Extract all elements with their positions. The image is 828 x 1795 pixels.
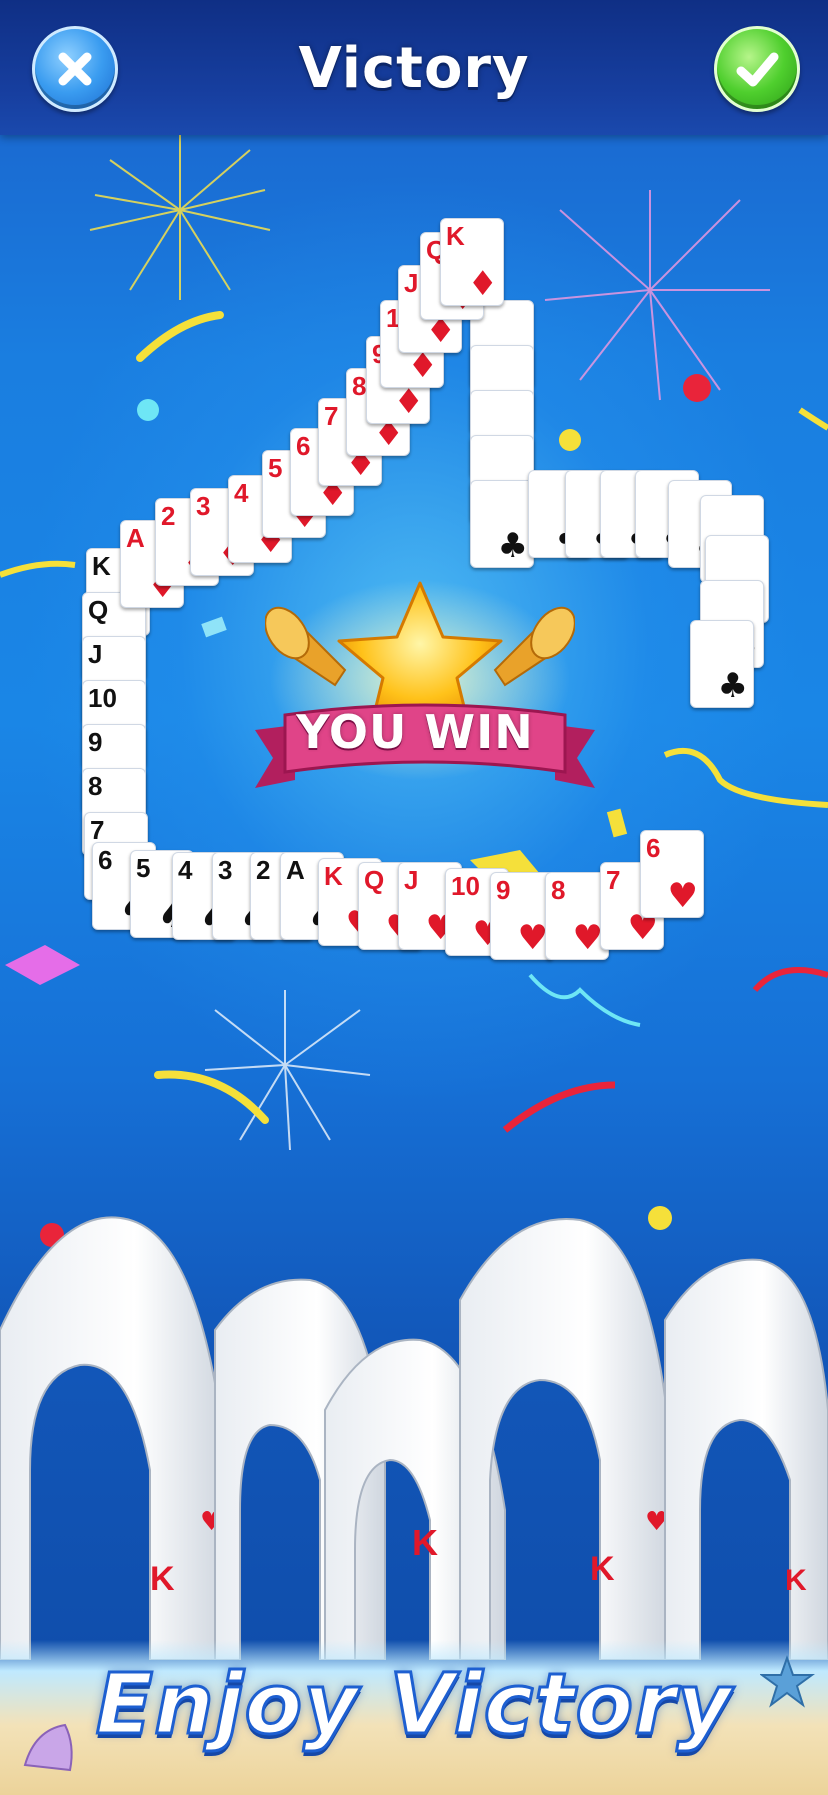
playing-card-back-stack: ♣	[470, 480, 534, 568]
card-rank: 3	[218, 855, 233, 885]
checkmark-icon	[736, 52, 779, 87]
svg-text:K: K	[785, 1564, 807, 1597]
confirm-button[interactable]	[714, 26, 800, 112]
card-rank: K	[324, 861, 343, 891]
club-suit-icon: ♣	[497, 526, 528, 566]
card-rank: A	[286, 855, 305, 885]
card-rank: 9	[88, 727, 103, 757]
page-title: Victory	[298, 36, 530, 101]
card-rank: K	[92, 551, 111, 581]
card-rank: 6	[296, 431, 311, 461]
card-rank: J	[88, 639, 103, 669]
svg-text:K: K	[150, 1560, 175, 1598]
arch-1: K ♥	[0, 1216, 226, 1660]
card-rank: 5	[136, 853, 151, 883]
card-suit: ♥	[572, 918, 603, 958]
svg-text:K: K	[412, 1522, 438, 1563]
card-cascade-arches: K ♥ K ♥ K ♥ K	[0, 1216, 828, 1660]
svg-text:K: K	[590, 1550, 615, 1588]
card-rank: 10	[88, 683, 117, 713]
card-suit: ♥	[667, 876, 698, 916]
playing-card: K ♦	[440, 218, 504, 306]
playing-card-back-stack: ♣	[690, 620, 754, 708]
card-rank: 9	[496, 875, 511, 905]
card-rank: Q	[88, 595, 109, 625]
card-rank: 6	[98, 845, 113, 875]
card-rank: 4	[234, 478, 249, 508]
card-suit: ♥	[517, 918, 548, 958]
card-rank: 8	[352, 371, 367, 401]
card-suit: ♦	[467, 264, 498, 304]
card-rank: J	[404, 268, 419, 298]
card-suit: ♦	[407, 346, 438, 386]
card-rank: 2	[161, 501, 176, 531]
header-bar: Victory	[0, 0, 828, 135]
card-rank: Q	[364, 865, 385, 895]
card-rank: 5	[268, 453, 283, 483]
card-rank: 8	[88, 771, 103, 801]
card-rank: 7	[606, 865, 621, 895]
card-rank: J	[404, 865, 419, 895]
card-rank: 7	[90, 815, 105, 845]
you-win-text: YOU WIN	[296, 705, 534, 759]
card-rank: A	[126, 523, 145, 553]
arch-5: K	[664, 1258, 828, 1660]
card-rank: 3	[196, 491, 211, 521]
firework-white	[204, 990, 371, 1151]
card-rank: 7	[324, 401, 339, 431]
card-rank: 4	[178, 855, 193, 885]
card-rank: 10	[451, 871, 480, 901]
club-suit-icon: ♣	[717, 666, 748, 706]
card-rank: 2	[256, 855, 271, 885]
tagline-text: Enjoy Victory	[94, 1654, 733, 1755]
victory-screen: K♠Q♠J♠10♠9♠8♠7♠6♠5♠4♠3♠2♠A♠K♥Q♥J♥10♥9♥8♥…	[0, 0, 828, 1795]
card-rank: 8	[551, 875, 566, 905]
thumbs-up-card-arrangement: K♠Q♠J♠10♠9♠8♠7♠6♠5♠4♠3♠2♠A♠K♥Q♥J♥10♥9♥8♥…	[0, 0, 828, 1000]
playing-card: 6 ♥	[640, 830, 704, 918]
card-rank: K	[446, 221, 465, 251]
card-suit: ♦	[393, 382, 424, 422]
card-rank: 6	[646, 833, 661, 863]
